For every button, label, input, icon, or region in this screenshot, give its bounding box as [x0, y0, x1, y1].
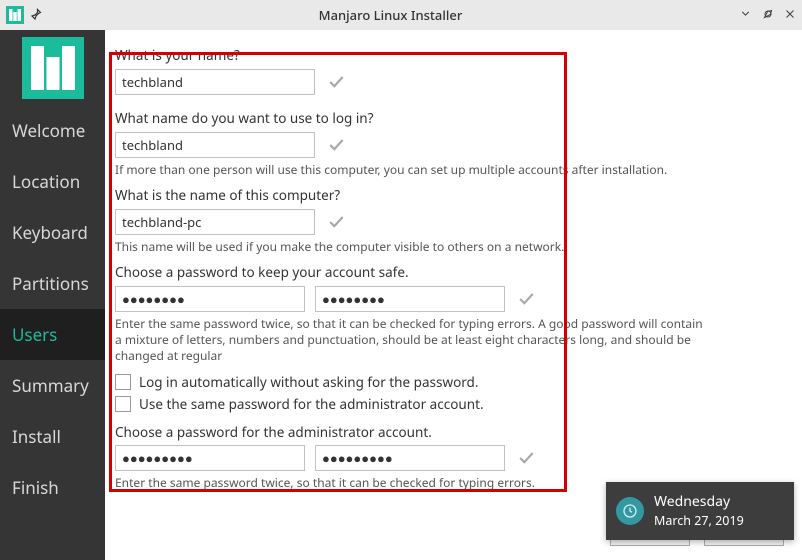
clock-widget: Wednesday March 27, 2019 [606, 482, 794, 540]
sidebar-item-partitions[interactable]: Partitions [0, 258, 105, 309]
app-logo [0, 30, 105, 105]
content-pane: What is your name? What name do you want… [105, 30, 802, 560]
password-input[interactable] [115, 286, 305, 312]
check-icon [325, 211, 347, 233]
check-icon [325, 134, 347, 156]
auto-login-label: Log in automatically without asking for … [139, 373, 478, 391]
sidebar-item-welcome[interactable]: Welcome [0, 105, 105, 156]
same-admin-label: Use the same password for the administra… [139, 395, 484, 413]
password-hint: Enter the same password twice, so that i… [115, 316, 705, 365]
sidebar-item-location[interactable]: Location [0, 156, 105, 207]
close-icon[interactable] [784, 6, 796, 24]
sidebar-item-finish[interactable]: Finish [0, 462, 105, 513]
check-icon [515, 447, 537, 469]
auto-login-checkbox[interactable] [115, 374, 131, 390]
sidebar: Welcome Location Keyboard Partitions Use… [0, 30, 105, 560]
login-hint: If more than one person will use this co… [115, 162, 776, 178]
clock-date: March 27, 2019 [654, 512, 744, 530]
sidebar-item-summary[interactable]: Summary [0, 360, 105, 411]
app-icon [6, 6, 24, 24]
clock-day: Wednesday [654, 492, 744, 512]
host-input[interactable] [115, 209, 315, 235]
admin-password-confirm-input[interactable] [315, 445, 505, 471]
password-question: Choose a password to keep your account s… [115, 263, 776, 282]
name-input[interactable] [115, 69, 315, 95]
login-input[interactable] [115, 132, 315, 158]
pin-icon[interactable] [30, 6, 42, 24]
check-icon [515, 288, 537, 310]
sidebar-item-install[interactable]: Install [0, 411, 105, 462]
admin-password-input[interactable] [115, 445, 305, 471]
admin-password-question: Choose a password for the administrator … [115, 423, 776, 442]
host-hint: This name will be used if you make the c… [115, 239, 776, 255]
window-title: Manjaro Linux Installer [42, 6, 739, 24]
check-icon [325, 71, 347, 93]
host-question: What is the name of this computer? [115, 186, 776, 205]
sidebar-item-users[interactable]: Users [0, 309, 105, 360]
sidebar-item-keyboard[interactable]: Keyboard [0, 207, 105, 258]
password-confirm-input[interactable] [315, 286, 505, 312]
same-admin-checkbox[interactable] [115, 396, 131, 412]
maximize-icon[interactable] [762, 6, 774, 24]
clock-icon [616, 497, 644, 525]
titlebar: Manjaro Linux Installer [0, 0, 802, 30]
name-question: What is your name? [115, 46, 776, 65]
minimize-icon[interactable] [739, 6, 752, 24]
login-question: What name do you want to use to log in? [115, 109, 776, 128]
